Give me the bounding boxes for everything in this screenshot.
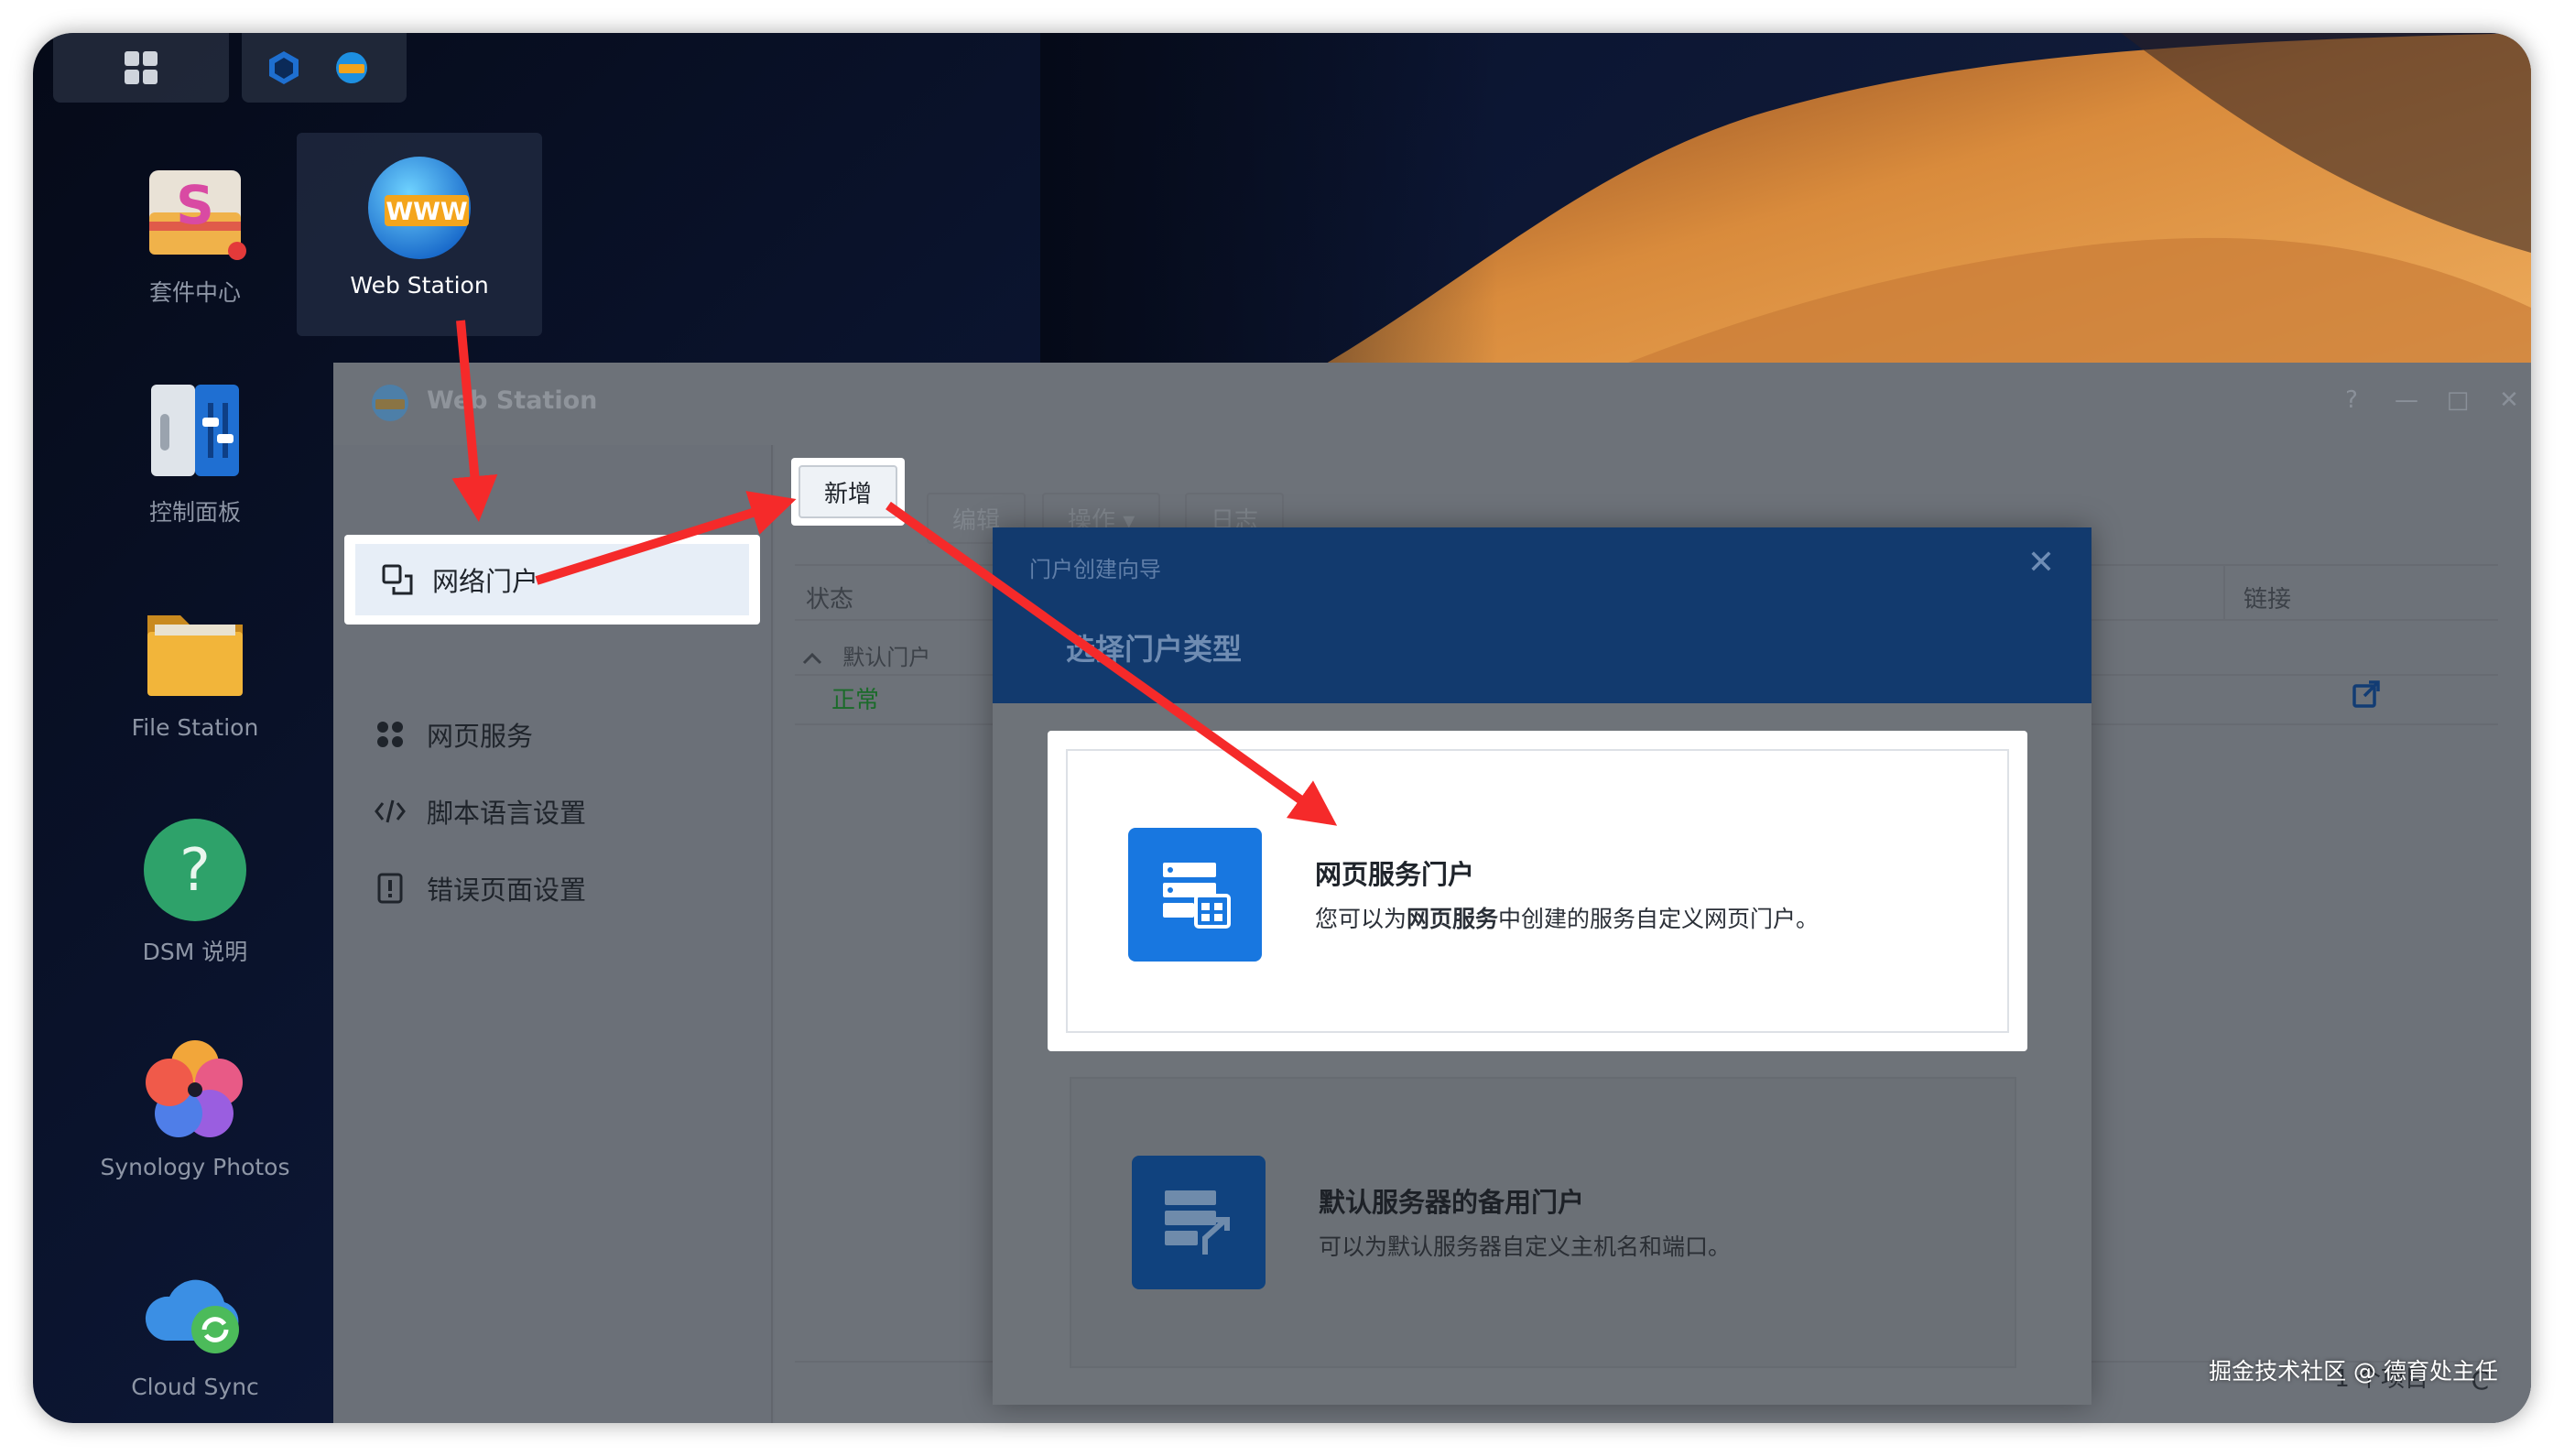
desc-text: 中创建的服务自定义网页门户。 — [1498, 906, 1820, 932]
watermark: 掘金技术社区 @ 德育处主任 — [2209, 1358, 2498, 1385]
status-normal: 正常 — [831, 687, 880, 714]
highlight-frame: 新增 — [791, 458, 905, 526]
web-service-portal-icon — [1128, 828, 1262, 962]
column-header-link[interactable]: 链接 — [2244, 581, 2291, 614]
maximize-button[interactable]: □ — [2441, 386, 2474, 414]
external-link-icon[interactable] — [2352, 679, 2381, 712]
server-fallback-icon — [1132, 1156, 1266, 1289]
minimize-button[interactable]: — — [2390, 386, 2423, 414]
web-station-title-icon — [370, 383, 410, 423]
svg-text:S: S — [176, 174, 214, 236]
option-description: 您可以为网页服务中创建的服务自定义网页门户。 — [1315, 901, 1819, 934]
help-icon: ? — [142, 817, 248, 923]
desktop-icon-control-panel[interactable]: 控制面板 — [90, 377, 300, 527]
desktop-icon-synology-photos[interactable]: Synology Photos — [90, 1037, 300, 1180]
desktop-icon-label: 套件中心 — [148, 279, 241, 306]
sidebar-item-label: 网页服务 — [427, 721, 534, 752]
desc-bold-text: 网页服务 — [1407, 906, 1499, 932]
option-title: 网页服务门户 — [1315, 859, 1475, 890]
portal-icon — [381, 563, 414, 596]
group-row[interactable]: 默认门户 — [802, 639, 930, 671]
desktop-icon-web-station[interactable]: WWW Web Station — [297, 133, 542, 336]
desc-text: 您可以为 — [1315, 906, 1407, 932]
desktop-icon-label: 控制面板 — [148, 499, 241, 526]
dialog-step-title: 选择门户类型 — [1066, 632, 1243, 667]
highlight-frame: 网页服务门户 您可以为网页服务中创建的服务自定义网页门户。 — [1048, 731, 2027, 1051]
sidebar-item-web-portal[interactable]: 网络门户 — [355, 544, 749, 615]
desktop-icon-label: Synology Photos — [100, 1154, 290, 1180]
window-title: Web Station — [427, 386, 598, 415]
option-title: 默认服务器的备用门户 — [1319, 1187, 1585, 1218]
photos-flower-icon — [142, 1037, 248, 1143]
add-button[interactable]: 新增 — [799, 465, 897, 518]
column-divider — [2223, 566, 2225, 621]
main-menu-icon[interactable] — [123, 49, 159, 86]
group-label: 默认门户 — [842, 645, 931, 670]
desktop-icon-package-center[interactable]: S 套件中心 — [90, 158, 300, 308]
dialog-close-button[interactable]: ✕ — [2027, 544, 2055, 581]
help-button[interactable]: ? — [2335, 386, 2368, 414]
close-button[interactable]: ✕ — [2493, 386, 2526, 414]
highlight-frame: 网络门户 — [344, 535, 760, 625]
portal-type-option-default-server[interactable]: 默认服务器的备用门户 可以为默认服务器自定义主机名和端口。 — [1070, 1077, 2016, 1368]
sidebar-item-label: 网络门户 — [432, 566, 539, 597]
dialog-header: 门户创建向导 ✕ 选择门户类型 — [993, 527, 2091, 703]
desktop-icon-label: Web Station — [350, 272, 489, 299]
desktop-icon-label: DSM 说明 — [142, 939, 248, 965]
desktop-icon-label: Cloud Sync — [131, 1374, 259, 1400]
desktop-icon-dsm-help[interactable]: ? DSM 说明 — [90, 817, 300, 967]
column-header-status[interactable]: 状态 — [806, 581, 853, 614]
window-titlebar[interactable]: Web Station ? — □ ✕ — [333, 363, 2531, 445]
taskbar-app-icon[interactable] — [266, 49, 302, 86]
folder-icon — [142, 597, 248, 703]
sidebar-item-web-service[interactable]: 网页服务 — [374, 707, 533, 762]
desktop-icon-file-station[interactable]: File Station — [90, 597, 300, 741]
sidebar-item-label: 错误页面设置 — [427, 875, 587, 906]
desktop-icon-cloud-sync[interactable]: Cloud Sync — [90, 1256, 300, 1400]
error-page-icon — [374, 872, 407, 905]
portal-type-option-web-service[interactable]: 网页服务门户 您可以为网页服务中创建的服务自定义网页门户。 — [1066, 749, 2009, 1033]
taskbar-webstation-icon[interactable] — [333, 49, 370, 86]
cloud-sync-icon — [142, 1256, 248, 1363]
package-center-icon: S — [142, 158, 248, 264]
code-icon — [374, 795, 407, 828]
taskbar-running-apps — [242, 33, 407, 103]
option-description: 可以为默认服务器自定义主机名和端口。 — [1319, 1233, 1732, 1260]
svg-text:?: ? — [179, 837, 211, 905]
web-station-icon: WWW — [366, 155, 473, 261]
chevron-up-icon — [802, 644, 822, 671]
grid-icon — [374, 718, 407, 751]
www-badge-text: WWW — [386, 198, 467, 226]
desktop-icon-label: File Station — [131, 714, 259, 741]
wallpaper-art — [1040, 33, 2531, 418]
taskbar-main-menu[interactable] — [53, 33, 229, 103]
control-panel-icon — [142, 377, 248, 484]
sidebar-item-error-page[interactable]: 错误页面设置 — [374, 861, 586, 916]
sidebar-item-script-language[interactable]: 脚本语言设置 — [374, 784, 586, 839]
sidebar-item-label: 脚本语言设置 — [427, 798, 587, 829]
dialog-title: 门户创建向导 — [1029, 557, 1161, 582]
